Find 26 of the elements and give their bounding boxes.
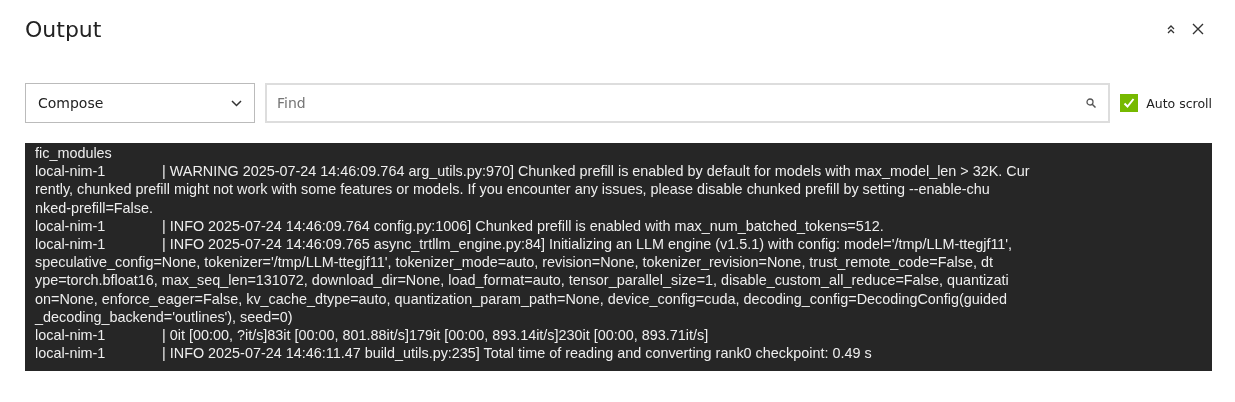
log-source: local-nim-1: [35, 235, 107, 254]
log-line: | INFO 2025-07-24 14:46:11.47 build_utils.py:235] Total time of reading and converting rank0 checkpoint: 0.49 s: [162, 344, 872, 363]
log-line: | INFO 2025-07-24 14:46:09.764 config.py:1006] Chunked prefill is enabled with max_num_batched_tokens=512.: [162, 216, 884, 235]
log-line: | 0it [00:00, ?it/s]83it [00:00, 801.88it/s]179it [00:00, 893.14it/s]230it [00:00, 893.71it/s]: [162, 326, 709, 345]
search-field[interactable]: Find: [265, 83, 1111, 123]
panel-title: Output: [25, 16, 102, 42]
log-line: | INFO 2025-07-24 14:46:09.765 async_trtllm_engine.py:84] Initializing an LLM engine (v1.5.1) with config: model='/tmp/LLM-ttegjf11',: [162, 235, 1013, 254]
log-line: _decoding_backend='outlines'), seed=0): [35, 307, 293, 327]
log-line: | WARNING 2025-07-24 14:46:09.764 arg_utils.py:970] Chunked prefill is enabled by default for models with max_model_len > 32K. Cur: [162, 162, 1030, 181]
log-source: local-nim-1: [35, 326, 107, 345]
search-icon: [1086, 98, 1097, 108]
log-line: nked-prefill=False.: [35, 198, 153, 217]
auto-scroll-checkbox[interactable]: [1120, 94, 1139, 112]
auto-scroll-label: Auto scroll: [1146, 95, 1212, 111]
log-line: fic_modules: [35, 144, 112, 163]
collapse-icon[interactable]: [1166, 24, 1176, 34]
chevron-down-icon: [231, 99, 242, 107]
close-icon[interactable]: [1192, 23, 1204, 35]
log-source: local-nim-1: [35, 216, 107, 235]
source-dropdown[interactable]: Compose: [25, 83, 255, 123]
log-line: on=None, enforce_eager=False, kv_cache_dtype=auto, quantization_param_path=None, device_config=cuda, decoding_config=DecodingConfig(guided: [35, 289, 1008, 308]
log-line: rently, chunked prefill might not work with some features or models. If you encounter any issues, please disable chunked prefill by setting --enable-chu: [35, 180, 990, 199]
log-source: local-nim-1: [35, 162, 107, 181]
log-source: local-nim-1: [35, 344, 107, 363]
log-line: speculative_config=None, tokenizer='/tmp/LLM-ttegjf11', tokenizer_mode=auto, revision=None, tokenizer_revision=None, trust_remote_code=False, dt: [35, 253, 993, 272]
log-line: ype=torch.bfloat16, max_seq_len=131072, download_dir=None, load_format=auto, tensor_parallel_size=1, disable_custom_all_reduce=False, quantizati: [35, 271, 1009, 290]
